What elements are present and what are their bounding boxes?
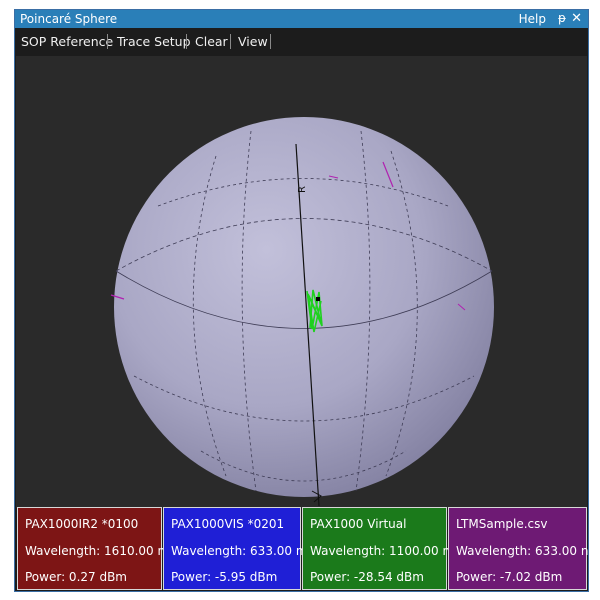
poincare-sphere-svg[interactable]: R xyxy=(16,56,587,508)
device-panel-1[interactable]: PAX1000IR2 *0100 Wavelength: 1610.00 nm … xyxy=(17,507,177,590)
sphere-surface xyxy=(114,117,494,497)
menu-clear[interactable]: Clear xyxy=(195,34,228,49)
device-name: PAX1000 Virtual xyxy=(310,517,407,531)
device-name: PAX1000VIS *0201 xyxy=(171,517,285,531)
help-button[interactable]: Help xyxy=(519,12,546,26)
pole-label-r: R xyxy=(297,186,308,193)
device-power: Power: -5.95 dBm xyxy=(171,570,278,584)
menu-sop-reference[interactable]: SOP Reference xyxy=(21,34,113,49)
pin-icon[interactable]: ᵽ xyxy=(558,11,566,25)
title-bar: Poincaré Sphere Help ᵽ ✕ xyxy=(15,10,588,28)
menu-separator xyxy=(270,34,271,49)
poincare-sphere-window: Poincaré Sphere Help ᵽ ✕ SOP Reference T… xyxy=(14,9,589,592)
device-power: Power: -28.54 dBm xyxy=(310,570,424,584)
sphere-viewport[interactable]: R xyxy=(16,56,587,508)
window-title: Poincaré Sphere xyxy=(20,12,118,26)
menu-view[interactable]: View xyxy=(238,34,268,49)
menu-separator xyxy=(230,34,231,49)
current-sop-point xyxy=(316,297,320,301)
menu-separator xyxy=(107,34,108,49)
menu-bar: SOP Reference Trace Setup Clear View xyxy=(15,28,588,54)
device-panel-3[interactable]: PAX1000 Virtual Wavelength: 1100.00 nm P… xyxy=(302,507,462,590)
device-wavelength: Wavelength: 1100.00 nm xyxy=(310,544,462,558)
device-wavelength: Wavelength: 633.00 nm xyxy=(171,544,316,558)
device-panel-4[interactable]: LTMSample.csv Wavelength: 633.00 nm Powe… xyxy=(448,507,589,590)
device-wavelength: Wavelength: 633.00 nm xyxy=(456,544,589,558)
device-name: PAX1000IR2 *0100 xyxy=(25,517,139,531)
device-wavelength: Wavelength: 1610.00 nm xyxy=(25,544,177,558)
device-name: LTMSample.csv xyxy=(456,517,548,531)
menu-separator xyxy=(186,34,187,49)
menu-trace-setup[interactable]: Trace Setup xyxy=(117,34,191,49)
device-power: Power: -7.02 dBm xyxy=(456,570,563,584)
close-icon[interactable]: ✕ xyxy=(571,11,582,26)
device-panels: PAX1000IR2 *0100 Wavelength: 1610.00 nm … xyxy=(17,507,589,591)
device-panel-2[interactable]: PAX1000VIS *0201 Wavelength: 633.00 nm P… xyxy=(163,507,315,590)
device-power: Power: 0.27 dBm xyxy=(25,570,127,584)
